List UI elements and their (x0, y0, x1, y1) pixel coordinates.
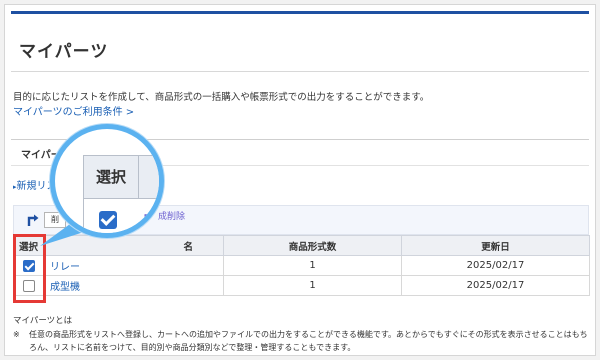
table-row: 成型機 1 2025/02/17 (13, 275, 590, 296)
header-updated: 更新日 (401, 235, 590, 256)
turn-arrow-icon (27, 214, 39, 226)
magnifier-callout: 選択 成 (50, 124, 164, 238)
list-name-link[interactable]: リレー (43, 255, 224, 276)
list-name-link[interactable]: 成型機 (43, 275, 224, 296)
page-description: 目的に応じたリストを作成して、商品形式の一括購入や帳票形式での出力をすることがで… (13, 92, 430, 103)
magnified-select-header: 選択 (83, 155, 139, 199)
header-name: 名 (43, 235, 224, 256)
count-cell: 1 (223, 275, 402, 296)
row-checkbox[interactable] (22, 279, 35, 292)
parts-list-table: 選択 名 商品形式数 更新日 リレー 1 2025/02/17 成型機 1 20… (13, 235, 590, 296)
magnified-text: 成 (143, 212, 157, 228)
footnote-mark: ※ (13, 330, 20, 339)
terms-link[interactable]: マイパーツのご利用条件 > (13, 103, 134, 118)
select-cell (13, 275, 44, 296)
header-count: 商品形式数 (223, 235, 402, 256)
divider (11, 71, 589, 72)
page-title: マイパーツ (19, 42, 109, 62)
updated-cell: 2025/02/17 (401, 275, 590, 296)
header-select: 選択 (13, 235, 44, 256)
magnified-header-cell (139, 155, 159, 199)
count-cell: 1 (223, 255, 402, 276)
header-accent-bar (11, 11, 589, 14)
row-checkbox[interactable] (22, 259, 35, 272)
magnified-view: 選択 成 (55, 129, 159, 233)
toolbar-action-label[interactable]: 成削除 (158, 209, 185, 222)
magnified-checkbox-icon (99, 211, 117, 229)
footnote-title: マイパーツとは (13, 316, 73, 326)
footnote-text: 任意の商品形式をリストへ登録し、カートへの追加やファイルでの出力をすることができ… (29, 330, 588, 352)
header-name-label: 名 (183, 241, 193, 253)
select-cell (13, 255, 44, 276)
updated-cell: 2025/02/17 (401, 255, 590, 276)
table-row: リレー 1 2025/02/17 (13, 255, 590, 276)
footnote: ※ 任意の商品形式をリストへ登録し、カートへの追加やファイルでの出力をすることが… (13, 328, 591, 354)
table-header-row: 選択 名 商品形式数 更新日 (13, 235, 590, 256)
